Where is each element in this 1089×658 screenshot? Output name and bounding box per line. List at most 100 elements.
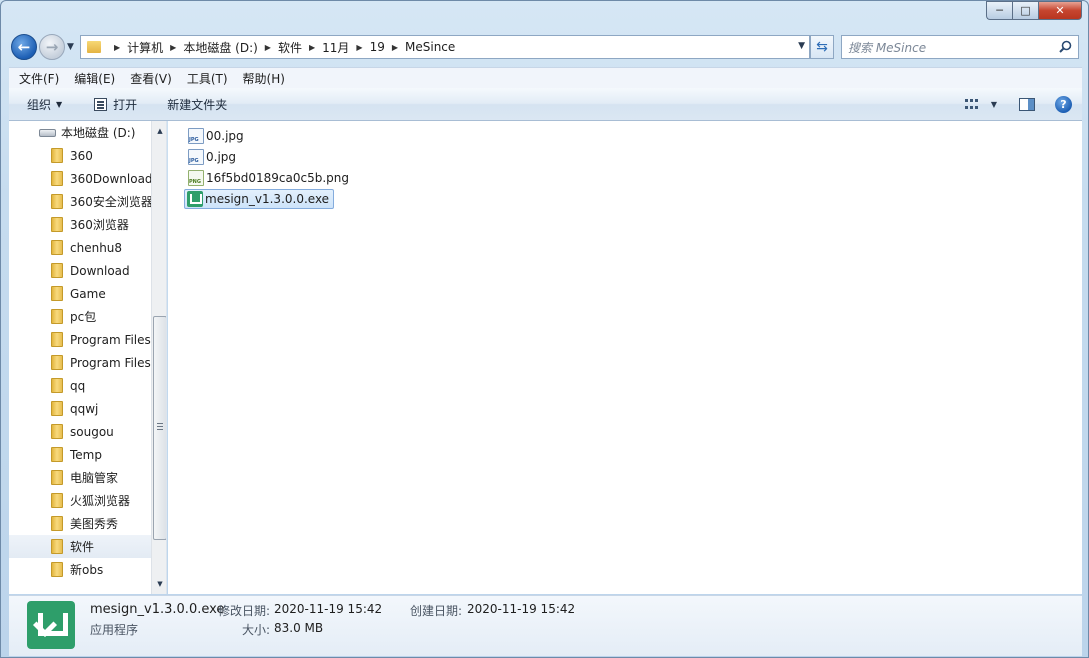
folder-icon [51, 240, 63, 255]
breadcrumb-separator-icon[interactable]: ▶ [114, 43, 120, 52]
menu-tools[interactable]: 工具(T) [177, 70, 233, 87]
folder-icon [51, 447, 63, 462]
new-folder-label: 新建文件夹 [167, 97, 228, 112]
address-dropdown-icon[interactable]: ▼ [798, 41, 805, 51]
tree-folder[interactable]: 360 [9, 144, 151, 167]
scrollbar-thumb[interactable] [153, 316, 166, 540]
breadcrumb-separator-icon[interactable]: ▶ [392, 43, 398, 52]
command-bar: 组织 ▼ 打开 新建文件夹 ▼ ? [9, 88, 1082, 121]
scroll-up-icon[interactable]: ▲ [152, 123, 166, 139]
menu-file[interactable]: 文件(F) [9, 70, 64, 87]
file-item[interactable]: 0.jpg [186, 147, 240, 167]
tree-item-label: Temp [70, 447, 102, 462]
breadcrumb-item-software[interactable]: 软件 [278, 39, 302, 56]
tree-folder[interactable]: qqwj [9, 397, 151, 420]
navigation-pane: 本地磁盘 (D:) 360 360Download 360安全浏览器 360浏览… [9, 121, 167, 594]
menu-view[interactable]: 查看(V) [120, 70, 177, 87]
new-folder-button[interactable]: 新建文件夹 [167, 96, 227, 113]
navigation-row: ← → ▼ ▶ 计算机 ▶ 本地磁盘 (D:) ▶ 软件 ▶ 11月 ▶ 19 … [9, 32, 1084, 62]
folder-icon [51, 401, 63, 416]
tree-folder[interactable]: Download [9, 259, 151, 282]
breadcrumb-separator-icon[interactable]: ▶ [170, 43, 176, 52]
tree-item-label: Download [70, 263, 130, 278]
recent-pages-dropdown-icon[interactable]: ▼ [67, 42, 74, 52]
search-icon[interactable] [1059, 40, 1072, 53]
file-name: 16f5bd0189ca0c5b.png [206, 171, 349, 185]
minimize-button[interactable]: ─ [986, 1, 1012, 20]
tree-folder[interactable]: Program Files [9, 328, 151, 351]
details-modified-label: 修改日期: [218, 604, 271, 618]
search-input[interactable]: 搜索 MeSince [841, 35, 1079, 59]
tree-item-drive-d[interactable]: 本地磁盘 (D:) [9, 121, 151, 144]
tree-folder[interactable]: 电脑管家 [9, 466, 151, 489]
folder-icon [51, 378, 63, 393]
forward-button[interactable]: → [39, 34, 65, 60]
tree-item-label: 360 [70, 148, 93, 163]
file-item-selected[interactable]: mesign_v1.3.0.0.exe [184, 189, 335, 209]
breadcrumb-item-november[interactable]: 11月 [322, 39, 349, 56]
close-button[interactable]: ✕ [1038, 1, 1082, 20]
file-name: 00.jpg [206, 129, 244, 143]
scroll-down-icon[interactable]: ▼ [152, 576, 166, 592]
breadcrumb-separator-icon[interactable]: ▶ [265, 43, 271, 52]
tree-folder[interactable]: 360安全浏览器 [9, 190, 153, 213]
folder-icon [51, 332, 63, 347]
tree-item-label: qq [70, 378, 86, 393]
tree-item-label: Program Files [70, 355, 151, 370]
tree-item-label: pc包 [70, 310, 97, 324]
folder-icon [51, 286, 63, 301]
tree-folder[interactable]: 火狐浏览器 [9, 489, 151, 512]
tree-folder[interactable]: 新obs [9, 558, 151, 581]
tree-item-label: 软件 [70, 540, 95, 554]
organize-button[interactable]: 组织 ▼ [27, 96, 62, 113]
chevron-down-icon: ▼ [56, 99, 63, 109]
details-size-value: 83.0 MB [274, 621, 324, 635]
hard-drive-icon [39, 128, 56, 137]
maximize-button[interactable]: □ [1012, 1, 1038, 20]
preview-pane-icon[interactable] [1019, 98, 1035, 111]
file-item[interactable]: 16f5bd0189ca0c5b.png [186, 168, 353, 188]
folder-icon [87, 41, 101, 53]
tree-item-label: 本地磁盘 (D:) [61, 126, 136, 140]
back-button[interactable]: ← [11, 34, 37, 60]
tree-folder[interactable]: 360Download [9, 167, 153, 190]
menu-edit[interactable]: 编辑(E) [64, 70, 120, 87]
tree-folder[interactable]: 360浏览器 [9, 213, 151, 236]
breadcrumb-separator-icon[interactable]: ▶ [356, 43, 362, 52]
file-item[interactable]: 00.jpg [186, 126, 248, 146]
refresh-button[interactable]: ⇆ [810, 35, 834, 59]
mesign-app-icon [187, 191, 203, 207]
views-dropdown-icon[interactable]: ▼ [991, 100, 997, 109]
menu-help[interactable]: 帮助(H) [233, 70, 290, 87]
breadcrumb-item-19[interactable]: 19 [370, 40, 385, 54]
tree-item-label: 360Download [70, 171, 153, 186]
tree-folder[interactable]: qq [9, 374, 151, 397]
breadcrumb-separator-icon[interactable]: ▶ [309, 43, 315, 52]
tree-item-label: qqwj [70, 401, 99, 416]
tree-folder[interactable]: Program Files [9, 351, 151, 374]
tree-folder[interactable]: Temp [9, 443, 151, 466]
tree-item-label: 火狐浏览器 [70, 494, 131, 508]
tree-folder[interactable]: chenhu8 [9, 236, 151, 259]
folder-icon [51, 539, 63, 554]
breadcrumb-item-mesince[interactable]: MeSince [405, 40, 455, 54]
tree-folder[interactable]: Game [9, 282, 151, 305]
folder-icon [51, 217, 63, 232]
details-modified-value: 2020-11-19 15:42 [274, 602, 383, 616]
breadcrumb-item-computer[interactable]: 计算机 [127, 39, 163, 56]
tree-folder[interactable]: sougou [9, 420, 151, 443]
navigation-scrollbar[interactable]: ▲ ▼ [151, 121, 166, 594]
help-icon[interactable]: ? [1055, 96, 1072, 113]
folder-icon [51, 516, 63, 531]
tree-folder[interactable]: 美图秀秀 [9, 512, 151, 535]
tree-folder[interactable]: pc包 [9, 305, 151, 328]
folder-icon [51, 355, 63, 370]
breadcrumb-item-drive-d[interactable]: 本地磁盘 (D:) [183, 39, 257, 56]
address-bar[interactable]: ▶ 计算机 ▶ 本地磁盘 (D:) ▶ 软件 ▶ 11月 ▶ 19 ▶ MeSi… [80, 35, 810, 59]
open-button[interactable]: 打开 [94, 96, 137, 113]
tree-folder-selected[interactable]: 软件 [9, 535, 151, 558]
toolbar-right-group: ▼ ? [964, 96, 1072, 113]
change-view-icon[interactable] [964, 98, 979, 111]
menu-bar: 文件(F) 编辑(E) 查看(V) 工具(T) 帮助(H) [9, 67, 1082, 88]
tree-item-label: 美图秀秀 [70, 517, 119, 531]
